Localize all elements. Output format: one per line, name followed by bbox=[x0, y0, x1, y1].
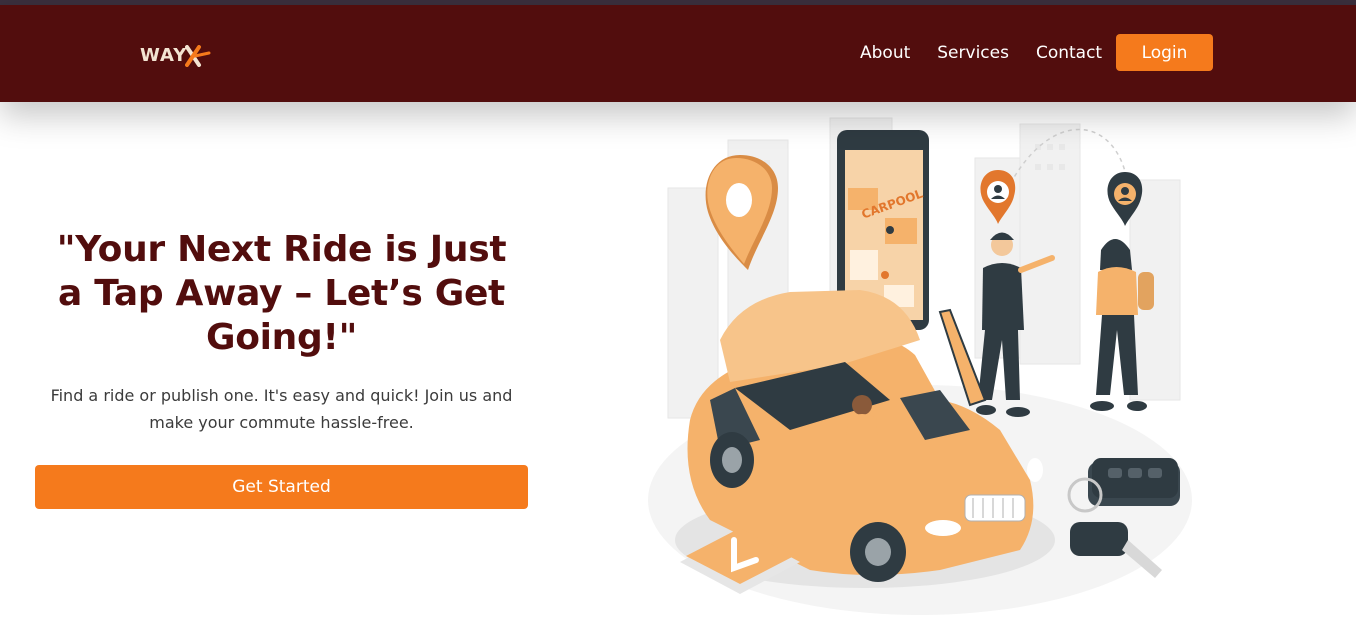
logo-text: WAY bbox=[140, 44, 188, 66]
logo-x-icon bbox=[185, 45, 211, 67]
hero-headline: "Your Next Ride is Just a Tap Away – Let… bbox=[56, 229, 507, 358]
nav-contact-link[interactable]: Contact bbox=[1036, 43, 1102, 63]
carpool-illustration: CARPOOL bbox=[640, 100, 1200, 620]
nav-services-link[interactable]: Services bbox=[937, 43, 1009, 63]
get-started-button[interactable]: Get Started bbox=[35, 465, 528, 509]
nav-links: About Services Contact bbox=[860, 43, 1129, 63]
hero-subtext: Find a ride or publish one. It's easy an… bbox=[50, 386, 513, 432]
logo[interactable]: WAY bbox=[140, 43, 211, 67]
hero-text: "Your Next Ride is Just a Tap Away – Let… bbox=[35, 228, 528, 436]
nav-about-link[interactable]: About bbox=[860, 43, 910, 63]
login-button[interactable]: Login bbox=[1116, 34, 1213, 71]
navbar: WAY About Services Contact Login bbox=[0, 5, 1356, 102]
